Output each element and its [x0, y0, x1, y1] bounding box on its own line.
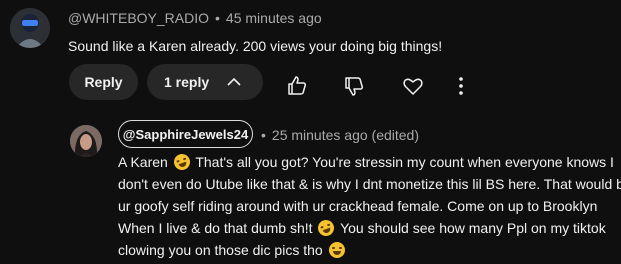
comment-time[interactable]: 45 minutes ago	[226, 10, 322, 26]
reply-button[interactable]: Reply	[69, 64, 138, 100]
rolling-on-floor-laughing-icon	[171, 151, 192, 173]
comment-text: Sound like a Karen already. 200 views yo…	[68, 38, 443, 54]
reply-line-5-start: clowing you on those dic pics tho	[118, 242, 327, 258]
more-actions-button[interactable]	[449, 74, 473, 98]
avatar-image	[70, 125, 102, 157]
rolling-on-floor-laughing-icon	[316, 217, 337, 239]
reply-meta: • 25 minutes ago (edited)	[257, 127, 419, 143]
reply-line-4-start: When I live & do that dumb sh!t	[118, 220, 317, 236]
chevron-up-icon	[227, 77, 241, 86]
reply-line-1-start: A Karen	[118, 154, 172, 170]
avatar-image	[10, 8, 50, 48]
reply-line-4: When I live & do that dumb sh!t You shou…	[118, 217, 613, 239]
thumbs-down-icon	[345, 77, 364, 96]
heart-button[interactable]	[401, 74, 425, 98]
meta-separator: •	[215, 10, 220, 26]
comment-author[interactable]: @WHITEBOY_RADIO	[68, 10, 209, 26]
reply-author-chip[interactable]: @SapphireJewels24	[118, 120, 253, 148]
reply-line-1: A Karen That's all you got? You're stres…	[118, 151, 614, 173]
reply-line-1-end: That's all you got? You're stressin my c…	[191, 154, 614, 170]
dislike-button[interactable]	[342, 74, 366, 98]
grinning-face-with-smiling-eyes-icon	[328, 242, 345, 258]
reply-button-label: Reply	[84, 74, 123, 90]
reply-line-3: ur goofy self riding around with ur crac…	[118, 198, 598, 214]
reply-time[interactable]: 25 minutes ago (edited)	[272, 127, 419, 143]
reply-line-5: clowing you on those dic pics tho	[118, 239, 613, 261]
view-replies-label: 1 reply	[164, 74, 210, 90]
reply-line-4-end: You should see how many Ppl on my tiktok	[336, 220, 606, 236]
more-vert-icon	[459, 77, 463, 95]
meta-separator: •	[261, 127, 266, 143]
comment-meta: @WHITEBOY_RADIO • 45 minutes ago	[68, 10, 322, 26]
thumbs-up-icon	[288, 76, 307, 95]
heart-icon	[403, 78, 423, 95]
reply-author-avatar[interactable]	[70, 125, 102, 157]
like-button[interactable]	[285, 74, 309, 98]
reply-line-2: don't even do Utube like that & is why I…	[118, 176, 621, 192]
reply-author: @SapphireJewels24	[122, 126, 249, 142]
comment-author-avatar[interactable]	[10, 8, 50, 48]
view-replies-button[interactable]: 1 reply	[147, 64, 263, 100]
reply-text: A Karen That's all you got? You're stres…	[118, 151, 621, 261]
